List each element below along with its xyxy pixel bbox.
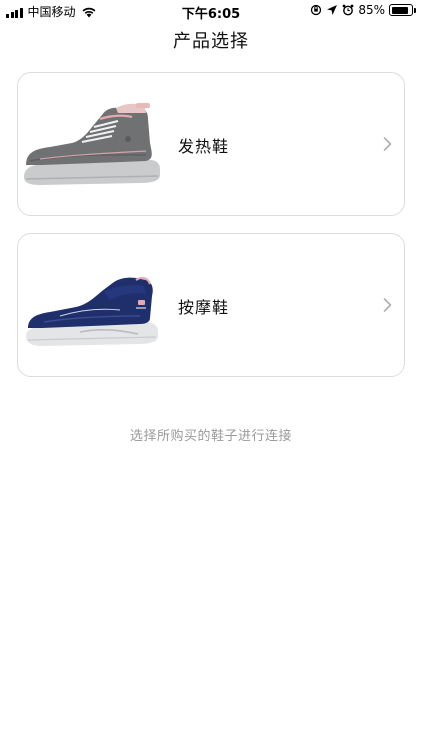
location-arrow-icon [327,5,338,15]
product-card-heated-shoe[interactable]: 发热鞋 [17,72,405,216]
product-label-heated-shoe: 发热鞋 [178,137,230,156]
product-label-massage-shoe: 按摩鞋 [178,298,230,317]
chevron-right-icon [383,298,392,312]
status-bar: 中国移动 下午6:05 85% [0,0,422,22]
battery-icon [389,4,416,16]
grey-heated-sneaker-icon [24,103,160,185]
orientation-lock-icon [311,4,322,16]
alarm-clock-icon [342,4,354,16]
battery-level-fill [391,6,408,14]
navy-massage-sneaker-icon [26,276,158,346]
status-right: 85% [310,3,416,17]
battery-percent: 85% [358,3,385,17]
connection-hint-text: 选择所购买的鞋子进行连接 [129,429,292,444]
page-title: 产品选择 [173,31,249,52]
product-card-massage-shoe[interactable]: 按摩鞋 [17,233,405,377]
chevron-right-icon [383,137,392,151]
